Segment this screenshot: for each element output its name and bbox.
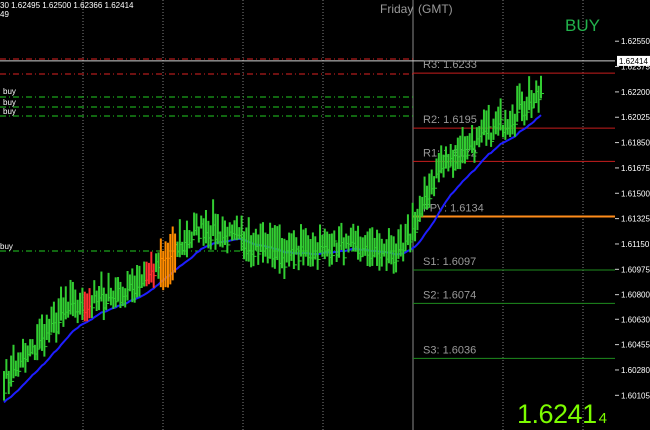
y-axis-tick-label: 1.60280 — [621, 366, 650, 375]
ohlc-values: 30 1.62495 1.62500 1.62366 1.62414 — [0, 1, 134, 10]
y-axis-tick-label: 1.61850 — [621, 139, 650, 148]
y-axis-tick-label: 1.61675 — [621, 164, 650, 173]
y-axis-tick-label: 1.60630 — [621, 315, 650, 324]
pivot-level-label: S3: 1.6036 — [423, 344, 476, 356]
big-price: 1.6241 4 — [517, 399, 607, 430]
ohlc-readout: 30 1.62495 1.62500 1.62366 1.62414 49 — [0, 1, 133, 19]
y-axis-tick-label: 1.60800 — [621, 291, 650, 300]
pivot-level-label: FPV: 1.6134 — [423, 202, 484, 214]
buy-tag: buy — [3, 87, 16, 96]
y-axis-tick-label: 1.62025 — [621, 113, 650, 122]
ohlc-line2: 49 — [0, 10, 9, 19]
y-axis-tick-label: 1.60455 — [621, 341, 650, 350]
big-price-sub: 4 — [598, 410, 607, 427]
y-axis-tick-label: 1.61150 — [621, 240, 650, 249]
y-axis-tick-label: 1.61325 — [621, 215, 650, 224]
y-axis-tick-label: 1.60975 — [621, 265, 650, 274]
pivot-level-label: S1: 1.6097 — [423, 256, 476, 268]
session-timezone: (GMT) — [418, 2, 453, 16]
price-chart: R3: 1.6233R2: 1.6195R1: 1.6172FPV: 1.613… — [0, 0, 650, 430]
pivot-level-label: R3: 1.6233 — [423, 59, 477, 71]
pivot-level-label: R2: 1.6195 — [423, 114, 477, 126]
chart-window: R3: 1.6233R2: 1.6195R1: 1.6172FPV: 1.613… — [0, 0, 650, 430]
buy-tag: buy — [3, 107, 16, 116]
buy-tag: buy — [0, 242, 13, 251]
y-axis-tick-label: 1.62200 — [621, 88, 650, 97]
y-axis-tick-label: 1.62550 — [621, 37, 650, 46]
session-day: Friday — [380, 2, 414, 16]
current-price-axis-label: 1.62414 — [619, 57, 648, 66]
y-axis-tick-label: 1.61500 — [621, 189, 650, 198]
buy-tag: buy — [3, 98, 16, 107]
pivot-level-label: S2: 1.6074 — [423, 289, 476, 301]
y-axis-tick-label: 1.60105 — [621, 391, 650, 400]
big-price-main: 1.6241 — [517, 399, 597, 429]
signal-label: BUY — [565, 16, 600, 35]
